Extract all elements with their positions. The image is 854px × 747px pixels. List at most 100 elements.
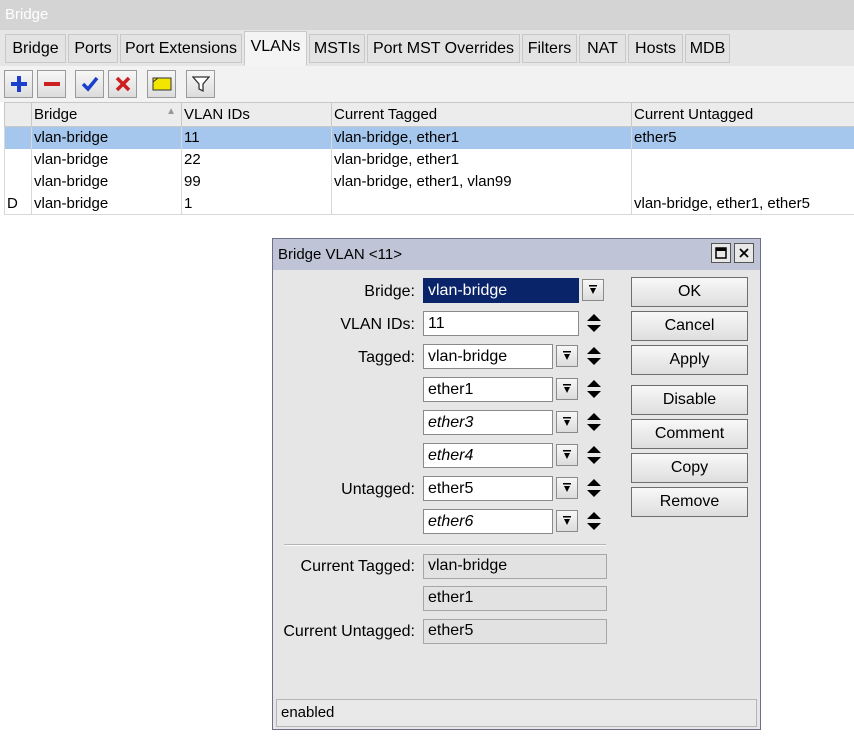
copy-button[interactable]: Copy xyxy=(631,453,748,483)
cancel-button[interactable]: Cancel xyxy=(631,311,748,341)
row-vlan-ids: 22 xyxy=(181,148,332,171)
row-current-untagged xyxy=(631,148,854,171)
disable-button[interactable]: Disable xyxy=(631,385,748,415)
current-tagged-value-2: ether1 xyxy=(423,586,607,611)
bridge-label: Bridge: xyxy=(364,283,415,300)
tagged-field-2[interactable]: ether1 xyxy=(423,377,553,402)
tagged-field-3[interactable]: ether3 xyxy=(423,410,553,435)
bridge-vlan-dialog: Bridge VLAN <11> Bridge: vlan-bridge VLA… xyxy=(272,238,761,730)
maximize-button[interactable] xyxy=(711,243,731,263)
apply-button[interactable]: Apply xyxy=(631,345,748,375)
row-current-tagged xyxy=(331,192,632,215)
column-header-flag[interactable] xyxy=(4,102,32,127)
close-icon xyxy=(739,248,749,258)
untagged-dropdown-button[interactable] xyxy=(556,477,578,499)
current-tagged-label: Current Tagged: xyxy=(300,558,415,575)
tagged-field-1[interactable]: vlan-bridge xyxy=(423,344,553,369)
vlan-table: Bridge ▲ VLAN IDs Current Tagged Current … xyxy=(4,102,854,215)
tab-filters[interactable]: Filters xyxy=(522,34,577,63)
current-tagged-value-1: vlan-bridge xyxy=(423,554,607,579)
remove-button[interactable] xyxy=(37,70,66,98)
row-current-tagged: vlan-bridge, ether1, vlan99 xyxy=(331,170,632,193)
dropdown-arrow-icon xyxy=(563,417,571,426)
column-header-vlan-ids[interactable]: VLAN IDs xyxy=(181,102,332,127)
comment-button[interactable]: Comment xyxy=(631,419,748,449)
tab-port-mst-overrides[interactable]: Port MST Overrides xyxy=(367,34,520,63)
comment-icon xyxy=(152,77,171,91)
vlan-ids-updown-icon[interactable] xyxy=(586,312,602,334)
tagged-dropdown-button[interactable] xyxy=(556,345,578,367)
untagged-updown-icon[interactable] xyxy=(586,510,602,532)
disable-button[interactable] xyxy=(108,70,137,98)
table-row[interactable]: vlan-bridge 11 vlan-bridge, ether1 ether… xyxy=(4,126,854,149)
row-flag xyxy=(4,148,32,171)
tab-vlans[interactable]: VLANs xyxy=(244,31,307,66)
column-header-current-tagged[interactable]: Current Tagged xyxy=(331,102,632,127)
dropdown-arrow-icon xyxy=(563,450,571,459)
tab-bridge[interactable]: Bridge xyxy=(5,34,66,63)
window-title: Bridge xyxy=(0,0,854,30)
filter-button[interactable] xyxy=(186,70,215,98)
row-current-tagged: vlan-bridge, ether1 xyxy=(331,148,632,171)
untagged-field-1[interactable]: ether5 xyxy=(423,476,553,501)
row-current-untagged xyxy=(631,170,854,193)
table-header: Bridge ▲ VLAN IDs Current Tagged Current … xyxy=(4,102,854,127)
tab-hosts[interactable]: Hosts xyxy=(628,34,683,63)
separator xyxy=(284,544,606,546)
tagged-updown-icon[interactable] xyxy=(586,378,602,400)
remove-button[interactable]: Remove xyxy=(631,487,748,517)
sort-ascending-icon: ▲ xyxy=(166,106,176,117)
filter-icon xyxy=(191,76,210,93)
tab-port-extensions[interactable]: Port Extensions xyxy=(120,34,242,63)
current-untagged-label: Current Untagged: xyxy=(283,623,415,640)
status-bar: enabled xyxy=(276,699,757,727)
tagged-dropdown-button[interactable] xyxy=(556,411,578,433)
row-vlan-ids: 1 xyxy=(181,192,332,215)
bridge-dropdown-button[interactable] xyxy=(582,279,604,301)
untagged-updown-icon[interactable] xyxy=(586,477,602,499)
tab-mdb[interactable]: MDB xyxy=(685,34,730,63)
row-current-untagged: ether5 xyxy=(631,126,854,149)
tagged-field-4[interactable]: ether4 xyxy=(423,443,553,468)
column-header-bridge[interactable]: Bridge ▲ xyxy=(31,102,182,127)
row-current-untagged: vlan-bridge, ether1, ether5 xyxy=(631,192,854,215)
bridge-select[interactable]: vlan-bridge xyxy=(423,278,579,303)
tagged-dropdown-button[interactable] xyxy=(556,378,578,400)
tagged-dropdown-button[interactable] xyxy=(556,444,578,466)
toolbar xyxy=(0,66,854,102)
row-bridge: vlan-bridge xyxy=(31,192,182,215)
tagged-label: Tagged: xyxy=(358,349,415,366)
dropdown-arrow-icon xyxy=(589,285,597,294)
tagged-updown-icon[interactable] xyxy=(586,444,602,466)
table-row[interactable]: D vlan-bridge 1 vlan-bridge, ether1, eth… xyxy=(4,192,854,215)
untagged-field-2[interactable]: ether6 xyxy=(423,509,553,534)
comment-button[interactable] xyxy=(147,70,176,98)
dropdown-arrow-icon xyxy=(563,483,571,492)
table-row[interactable]: vlan-bridge 99 vlan-bridge, ether1, vlan… xyxy=(4,170,854,193)
dropdown-arrow-icon xyxy=(563,384,571,393)
add-icon xyxy=(10,76,27,92)
row-flag: D xyxy=(4,192,32,215)
ok-button[interactable]: OK xyxy=(631,277,748,307)
row-vlan-ids: 11 xyxy=(181,126,332,149)
tab-mstis[interactable]: MSTIs xyxy=(309,34,365,63)
current-untagged-value: ether5 xyxy=(423,619,607,644)
tab-ports[interactable]: Ports xyxy=(68,34,118,63)
row-flag xyxy=(4,126,32,149)
add-button[interactable] xyxy=(4,70,33,98)
dropdown-arrow-icon xyxy=(563,516,571,525)
column-header-current-untagged[interactable]: Current Untagged xyxy=(631,102,854,127)
row-vlan-ids: 99 xyxy=(181,170,332,193)
tagged-updown-icon[interactable] xyxy=(586,345,602,367)
row-current-tagged: vlan-bridge, ether1 xyxy=(331,126,632,149)
vlan-ids-input[interactable]: 11 xyxy=(423,311,579,336)
maximize-icon xyxy=(715,247,727,259)
dropdown-arrow-icon xyxy=(563,351,571,360)
tagged-updown-icon[interactable] xyxy=(586,411,602,433)
table-row[interactable]: vlan-bridge 22 vlan-bridge, ether1 xyxy=(4,148,854,171)
row-bridge: vlan-bridge xyxy=(31,170,182,193)
close-button[interactable] xyxy=(734,243,754,263)
tab-nat[interactable]: NAT xyxy=(579,34,626,63)
enable-button[interactable] xyxy=(75,70,104,98)
untagged-dropdown-button[interactable] xyxy=(556,510,578,532)
